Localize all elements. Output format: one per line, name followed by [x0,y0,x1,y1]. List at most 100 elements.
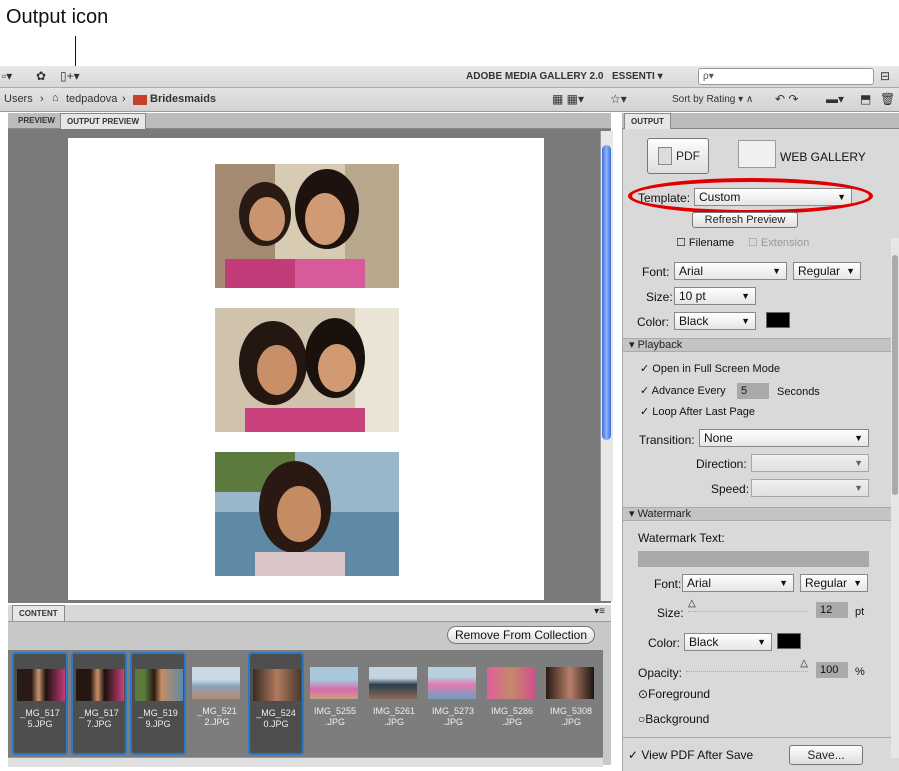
font-style-value: Regular [798,264,841,278]
preview-photo-3 [215,452,399,576]
color-swatch[interactable] [766,312,790,328]
watermark-color-label: Color: [648,636,681,650]
size-select[interactable]: 10 pt ▼ [674,287,756,305]
thumbnail[interactable]: IMG_5273 .JPG [425,652,481,755]
new-doc-icon[interactable]: ▫▾ [2,69,12,83]
extension-checkbox[interactable]: ☐ Extension [748,236,809,249]
label-icon[interactable]: ⬒ [860,92,871,106]
thumbnail-caption: _MG_524 0.JPG [256,708,296,729]
chevron-down-icon: ▼ [854,433,863,443]
watermark-size-input[interactable]: 12 [816,602,848,618]
tab-output[interactable]: OUTPUT [624,113,671,129]
pdf-button[interactable]: PDF [647,138,709,174]
view-pdf-checkbox[interactable]: ✓ View PDF After Save [628,748,753,762]
watermark-font-select[interactable]: Arial ▼ [682,574,794,592]
compact-mode-icon[interactable]: ⊟ [880,69,890,83]
transition-value: None [704,431,733,445]
opacity-unit: % [855,666,865,678]
thumbnail[interactable]: _MG_521 2.JPG [189,652,245,755]
web-gallery-label[interactable]: WEB GALLERY [780,150,866,164]
preview-photo-1 [215,164,399,288]
workspace-label: ESSENTI [612,71,655,82]
loop-label: Loop After Last Page [652,406,756,418]
thumbnail-caption: IMG_5273 .JPG [431,706,475,727]
transition-select[interactable]: None ▼ [699,429,869,447]
thumbnail[interactable]: _MG_517 5.JPG [12,652,68,755]
thumbnail-caption: IMG_5308 .JPG [549,706,593,727]
opacity-input[interactable]: 100 [816,662,848,678]
output-icon[interactable]: ▯+▾ [60,69,80,83]
thumbnail-image [253,669,301,701]
transition-label: Transition: [639,433,695,447]
view-grid-icon[interactable]: ▦ ▦▾ [552,92,584,106]
thumbnail-image [192,667,240,699]
tab-content[interactable]: CONTENT [12,605,65,621]
chevron-down-icon: ▼ [853,578,862,588]
thumbnail-caption: _MG_517 7.JPG [79,708,119,729]
watermark-color-select[interactable]: Black ▼ [684,633,772,651]
remove-from-collection-button[interactable]: Remove From Collection [447,626,595,644]
full-screen-checkbox[interactable]: ✓ Open in Full Screen Mode [640,362,780,375]
thumbnail-caption: IMG_5255 .JPG [313,706,357,727]
watermark-section-header[interactable]: ▾ Watermark [623,507,893,521]
content-tabstrip: CONTENT ▾≡ [8,605,611,622]
thumbnail[interactable]: IMG_5261 .JPG [366,652,422,755]
foreground-radio[interactable]: ⊙Foreground [638,687,710,701]
font-style-select[interactable]: Regular ▼ [793,262,861,280]
divider [622,737,899,738]
color-select[interactable]: Black ▼ [674,312,756,330]
preview-scroll-thumb[interactable] [602,145,611,440]
thumbnail[interactable]: IMG_5308 .JPG [543,652,599,755]
playback-section-header[interactable]: ▾ Playback [623,338,893,352]
workspace-switcher[interactable]: ESSENTI ▾ [612,71,663,82]
thumbnail[interactable]: _MG_524 0.JPG [248,652,304,755]
thumbnail[interactable]: IMG_5255 .JPG [307,652,363,755]
folder-icon[interactable]: ▬▾ [826,92,844,106]
tab-preview[interactable]: PREVIEW [12,113,61,129]
preview-photo-2 [215,308,399,432]
watermark-color-swatch[interactable] [777,633,801,649]
opacity-slider[interactable]: △ [686,658,808,672]
breadcrumb-users[interactable]: Users [4,93,33,105]
watermark-style-select[interactable]: Regular ▼ [800,574,868,592]
output-scroll-thumb[interactable] [892,255,898,495]
filename-checkbox[interactable]: ☐ Filename [676,236,734,249]
filmstrip-horizontal-scrollbar[interactable] [8,757,603,767]
thumbnail[interactable]: _MG_519 9.JPG [130,652,186,755]
chevron-down-icon: ▼ [779,578,788,588]
tab-output-preview[interactable]: OUTPUT PREVIEW [60,113,147,129]
advance-checkbox[interactable]: ✓ Advance Every [640,384,726,397]
watermark-size-slider[interactable]: △ [688,598,808,612]
refresh-preview-button[interactable]: Refresh Preview [692,212,798,228]
app-name: ADOBE MEDIA GALLERY 2.0 [466,71,604,82]
home-icon: ⌂ [52,92,59,104]
loop-checkbox[interactable]: ✓ Loop After Last Page [640,405,755,418]
watermark-text-input[interactable] [638,551,869,567]
sort-menu[interactable]: Sort by Rating ▾ ∧ [672,94,753,105]
direction-select[interactable]: ▼ [751,454,869,472]
breadcrumb-collection[interactable]: Bridesmaids [150,93,216,105]
thumbnail-image [428,667,476,699]
refine-icon[interactable]: ✿ [36,69,46,83]
template-highlight-ring [628,178,873,214]
panel-menu-icon[interactable]: ▾≡ [594,606,605,617]
font-value: Arial [679,264,704,278]
speed-select[interactable]: ▼ [751,479,869,497]
font-select[interactable]: Arial ▼ [674,262,787,280]
search-input[interactable]: ρ▾ [698,68,874,85]
breadcrumb-user[interactable]: tedpadova [66,93,117,105]
save-button[interactable]: Save... [789,745,863,765]
slider-handle-icon[interactable]: △ [800,658,808,669]
thumbnail[interactable]: IMG_5286 .JPG [484,652,540,755]
background-radio[interactable]: ○Background [638,712,709,726]
seconds-label: Seconds [777,386,820,398]
watermark-size-label: Size: [657,606,684,620]
star-filter-icon[interactable]: ☆▾ [610,92,627,106]
web-gallery-icon[interactable] [738,140,776,168]
chevron-down-icon: ▼ [741,316,750,326]
advance-seconds-input[interactable]: 5 [737,383,769,399]
thumbnail[interactable]: _MG_517 7.JPG [71,652,127,755]
rotate-icons[interactable]: ↶ ↷ [775,92,798,106]
trash-icon[interactable]: 🗑 [880,92,895,106]
slider-handle-icon[interactable]: △ [688,598,696,609]
